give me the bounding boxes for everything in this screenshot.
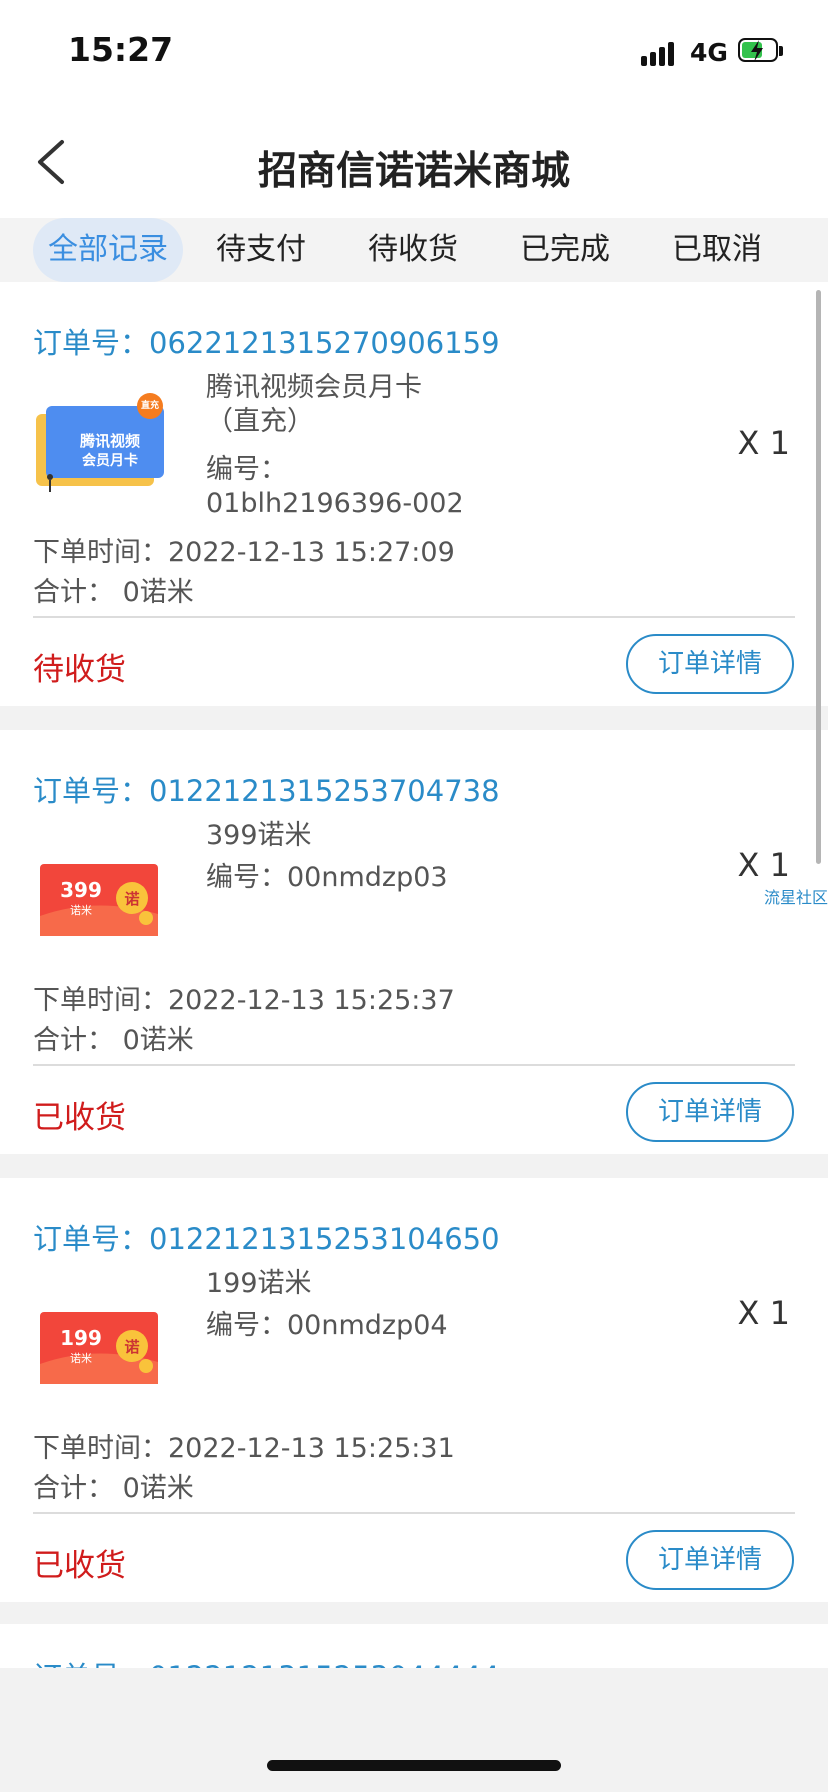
order-total: 合计： 0诺米	[33, 1473, 194, 1504]
order-card: 订单号：0622121315270906159 腾讯视频 会员月卡 直充 腾讯视…	[0, 282, 828, 706]
tab-completed[interactable]: 已完成	[500, 218, 630, 282]
product-name: 199诺米	[206, 1268, 312, 1299]
product-image-unit: 诺米	[70, 1352, 92, 1365]
page-title: 招商信诺诺米商城	[257, 149, 570, 194]
order-time: 下单时间：2022-12-13 15:25:37	[33, 985, 455, 1016]
order-number[interactable]: 订单号：0122121315253104650	[33, 1216, 500, 1258]
order-time: 下单时间：2022-12-13 15:27:09	[33, 537, 455, 568]
product-code: 编号：00nmdzp04	[206, 1310, 448, 1341]
order-number[interactable]: 订单号：0622121315270906159	[33, 320, 500, 362]
order-number[interactable]: 订单号：0122121315253044444	[33, 1654, 500, 1668]
coin-icon: 诺	[124, 890, 140, 908]
product-code: 编号：00nmdzp03	[206, 862, 448, 893]
product-image-unit: 诺米	[70, 904, 92, 917]
order-card: 订单号：0122121315253104650 199 诺米 诺 199诺米 编…	[0, 1178, 828, 1602]
product-name-line2: （直充）	[206, 406, 314, 437]
order-filter-tabs: 全部记录 待支付 待收货 已完成 已取消	[0, 218, 828, 282]
order-time: 下单时间：2022-12-13 15:25:31	[33, 1433, 455, 1464]
order-detail-button[interactable]: 订单详情	[626, 1082, 794, 1142]
coin-icon: 诺	[124, 1338, 140, 1356]
tab-all-records[interactable]: 全部记录	[33, 218, 183, 282]
order-detail-button[interactable]: 订单详情	[626, 634, 794, 694]
scrollbar[interactable]	[816, 290, 821, 864]
product-name-line1: 腾讯视频会员月卡	[206, 372, 422, 403]
product-image-subtitle: 会员月卡	[82, 453, 138, 469]
nav-bar: 招商信诺诺米商城	[0, 104, 828, 218]
product-name: 399诺米	[206, 820, 312, 851]
product-image: 399 诺米 诺	[36, 856, 166, 946]
tab-cancelled[interactable]: 已取消	[652, 218, 782, 282]
order-status: 待收货	[33, 652, 126, 688]
tab-pending-receipt[interactable]: 待收货	[348, 218, 478, 282]
status-bar: 15:27 4G	[0, 0, 828, 104]
product-image: 腾讯视频 会员月卡 直充	[34, 392, 174, 492]
product-image-title: 腾讯视频	[79, 432, 140, 450]
product-code-label: 编号：	[206, 454, 287, 485]
product-image-badge: 直充	[140, 401, 159, 411]
network-type: 4G	[690, 38, 728, 67]
order-detail-button[interactable]: 订单详情	[626, 1530, 794, 1590]
tab-pending-payment[interactable]: 待支付	[196, 218, 326, 282]
product-image-value: 399	[60, 878, 102, 902]
watermark: 流星社区	[764, 888, 828, 907]
quantity: X 1	[737, 846, 790, 884]
product-code: 01blh2196396-002	[206, 488, 464, 519]
status-time: 15:27	[68, 30, 174, 69]
order-status: 已收货	[33, 1548, 126, 1584]
order-total: 合计： 0诺米	[33, 577, 194, 608]
product-image: 199 诺米 诺	[36, 1304, 166, 1394]
bottom-safe-area	[0, 1668, 828, 1792]
cellular-signal-icon	[641, 40, 679, 66]
quantity: X 1	[737, 1294, 790, 1332]
order-status: 已收货	[33, 1100, 126, 1136]
battery-charging-icon	[738, 38, 783, 64]
order-card-partial: 订单号：0122121315253044444	[0, 1624, 828, 1668]
home-indicator[interactable]	[267, 1760, 561, 1771]
divider	[33, 1512, 795, 1514]
divider	[33, 616, 795, 618]
product-image-value: 199	[60, 1326, 102, 1350]
divider	[33, 1064, 795, 1066]
order-card: 订单号：0122121315253704738 399 诺米 诺 399诺米 编…	[0, 730, 828, 1154]
quantity: X 1	[737, 424, 790, 462]
order-number[interactable]: 订单号：0122121315253704738	[33, 768, 500, 810]
order-total: 合计： 0诺米	[33, 1025, 194, 1056]
